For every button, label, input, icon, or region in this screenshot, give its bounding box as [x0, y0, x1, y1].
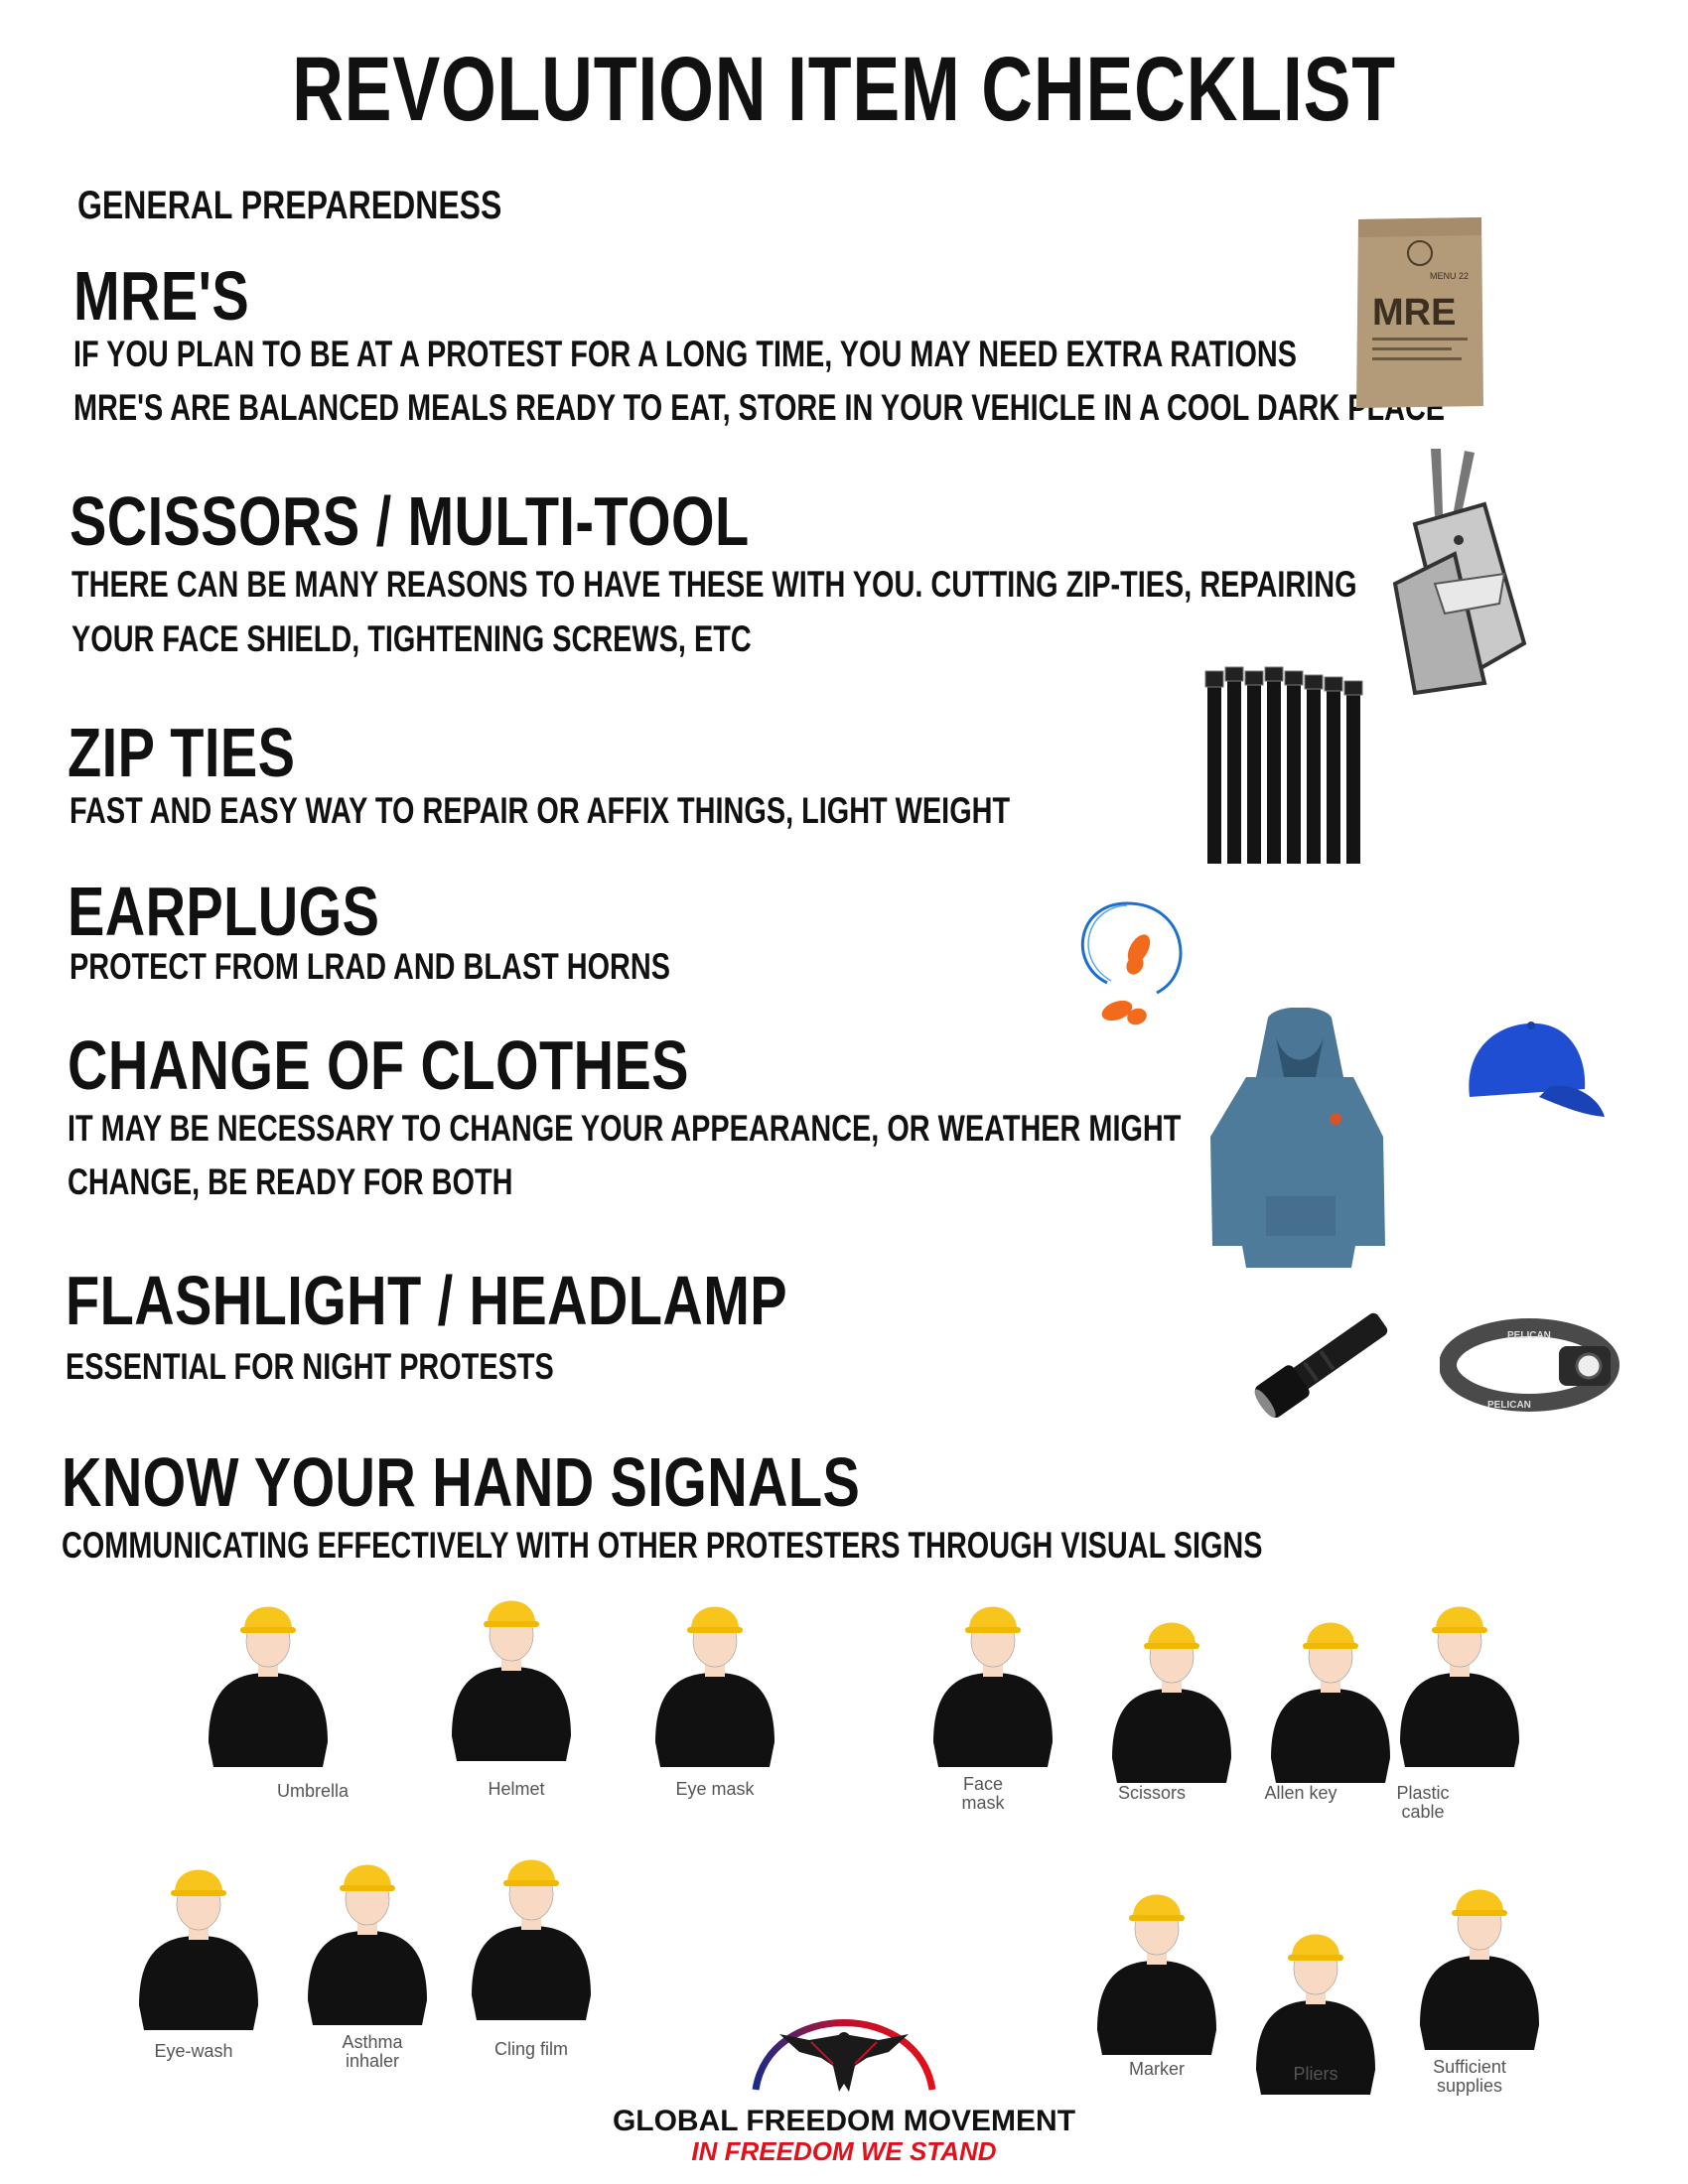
item-desc-hand-signals: COMMUNICATING EFFECTIVELY WITH OTHER PRO… [62, 1525, 1263, 1566]
signal-label-sufficient-supplies: Sufficient supplies [1433, 2057, 1506, 2096]
signal-label-cling-film: Cling film [493, 2039, 568, 2059]
signal-figure-marker [1096, 1894, 1217, 2056]
signal-figure-eye-mask [654, 1606, 775, 1768]
item-desc-mres-2: MRE'S ARE BALANCED MEALS READY TO EAT, S… [73, 387, 1446, 428]
signal-figure-allen-key [1270, 1622, 1391, 1784]
cap-image [1469, 1022, 1605, 1117]
signal-label-umbrella: Umbrella [276, 1781, 350, 1801]
mre-menu-text: MENU 22 [1430, 271, 1469, 281]
headlamp-brand-top: PELICAN [1507, 1330, 1551, 1341]
item-desc-multitool-1: THERE CAN BE MANY REASONS TO HAVE THESE … [71, 564, 1357, 605]
hoodie-image [1210, 1008, 1385, 1268]
item-desc-clothes-1: IT MAY BE NECESSARY TO CHANGE YOUR APPEA… [68, 1108, 1182, 1149]
item-desc-flashlight: ESSENTIAL FOR NIGHT PROTESTS [66, 1346, 554, 1387]
signal-figure-scissors [1111, 1622, 1232, 1784]
signal-figure-face-mask [932, 1606, 1054, 1768]
item-heading-earplugs: EARPLUGS [68, 873, 380, 950]
item-desc-clothes-2: CHANGE, BE READY FOR BOTH [68, 1161, 513, 1202]
flashlight-image [1254, 1312, 1388, 1419]
signal-label-asthma-inhaler: Asthma inhaler [342, 2032, 403, 2071]
logo-tagline: IN FREEDOM WE STAND [691, 2136, 997, 2166]
mre-logo-text: MRE [1372, 292, 1456, 334]
signal-label-plastic-cable: Plastic cable [1396, 1783, 1450, 1822]
headlamp-brand-bottom: PELICAN [1487, 1400, 1531, 1411]
signal-figure-asthma-inhaler [307, 1864, 428, 2026]
mre-pouch-image: MENU 22 MRE [1356, 217, 1483, 408]
eagle-logo [752, 2019, 936, 2092]
signal-label-marker: Marker [1128, 2059, 1185, 2079]
signal-label-face-mask: Face mask [961, 1774, 1005, 1813]
signal-label-helmet: Helmet [488, 1779, 545, 1799]
signal-figure-umbrella [208, 1606, 329, 1768]
signal-figure-plastic-cable [1399, 1606, 1520, 1768]
logo-name: GLOBAL FREEDOM MOVEMENT [612, 2105, 1076, 2137]
signal-figure-cling-film [471, 1859, 592, 2021]
item-desc-multitool-2: YOUR FACE SHIELD, TIGHTENING SCREWS, ETC [71, 618, 752, 659]
earplugs-image [1080, 901, 1183, 1025]
signal-figure-helmet [451, 1600, 572, 1762]
item-heading-clothes: CHANGE OF CLOTHES [68, 1026, 689, 1104]
item-heading-mres: MRE'S [73, 257, 250, 335]
signal-figure-eye-wash [138, 1869, 259, 2031]
signal-label-allen-key: Allen key [1264, 1783, 1337, 1803]
multitool-image [1392, 449, 1527, 696]
item-heading-multitool: SCISSORS / MULTI-TOOL [70, 482, 750, 560]
signal-label-pliers: Pliers [1293, 2064, 1338, 2084]
item-desc-mres-1: IF YOU PLAN TO BE AT A PROTEST FOR A LON… [73, 334, 1297, 374]
item-heading-flashlight: FLASHLIGHT / HEADLAMP [66, 1262, 788, 1339]
headlamp-image: PELICAN PELICAN [1440, 1318, 1619, 1412]
signal-label-eye-mask: Eye mask [675, 1779, 755, 1799]
item-desc-earplugs: PROTECT FROM LRAD AND BLAST HORNS [70, 946, 670, 987]
page-title: REVOLUTION ITEM CHECKLIST [292, 39, 1396, 140]
item-heading-zip-ties: ZIP TIES [68, 714, 296, 791]
signal-label-eye-wash: Eye-wash [154, 2041, 233, 2061]
signal-figure-sufficient-supplies [1419, 1889, 1540, 2051]
item-desc-zip-ties: FAST AND EASY WAY TO REPAIR OR AFFIX THI… [70, 790, 1011, 831]
section-title: GENERAL PREPAREDNESS [77, 184, 502, 227]
zip-ties-image [1204, 666, 1363, 864]
item-heading-hand-signals: KNOW YOUR HAND SIGNALS [62, 1443, 861, 1521]
signal-label-scissors: Scissors [1117, 1783, 1186, 1803]
